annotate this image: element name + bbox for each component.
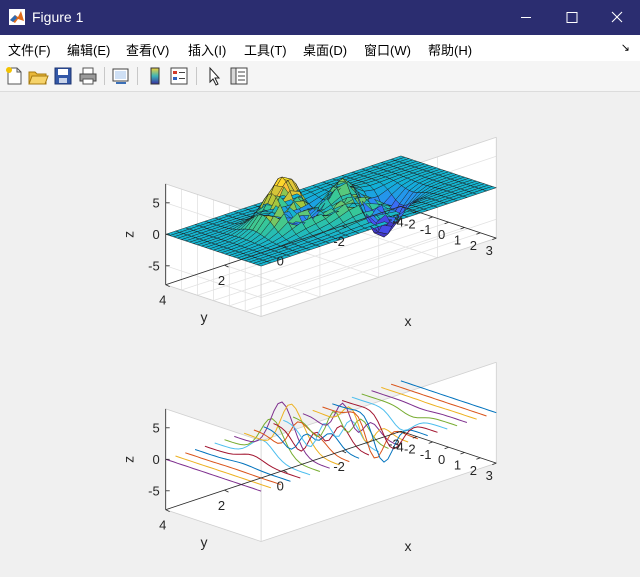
y-tick-label: -2 [333, 234, 345, 249]
x-tick-label: 3 [486, 243, 493, 258]
y-tick-label: 4 [159, 518, 166, 533]
z-tick-label: -5 [148, 258, 160, 273]
menu-insert[interactable]: 插入(I) [188, 40, 226, 59]
z-tick-label: 5 [152, 420, 159, 435]
dock-arrow-icon[interactable]: ↘ [621, 41, 630, 54]
subplot-2: -3 -2 -1 0 1 2 3420-2-450-5xyz [121, 361, 497, 554]
property-inspector-icon[interactable] [228, 65, 250, 87]
toolbar-separator [104, 67, 105, 85]
menu-view[interactable]: 查看(V) [126, 40, 169, 59]
y-tick-label: 0 [277, 254, 284, 269]
figure-canvas: -3 -2 -1 0 1 2 3 4 2 0 -2 -4 5 0 -5 x y z -3 -2 -1 0 1 2 3 4 2 0 -2-… [1, 92, 639, 572]
z-axis-label: z [121, 231, 137, 238]
x-tick-label: -2 [404, 217, 416, 232]
axes-side-wall [261, 362, 497, 542]
menu-bar: 文件(F) 编辑(E) 查看(V) 插入(I) 工具(T) 桌面(D) 窗口(W… [0, 35, 640, 61]
toolbar-separator [196, 67, 197, 85]
print-icon[interactable] [77, 65, 99, 87]
z-tick-label: 0 [152, 452, 159, 467]
y-tick-label: -2 [333, 459, 345, 474]
menu-tools[interactable]: 工具(T) [244, 40, 287, 59]
matlab-logo-icon [9, 9, 25, 25]
x-tick-label: -1 [420, 222, 432, 237]
y-axis-label: y [201, 309, 208, 325]
x-tick-label: 3 [486, 468, 493, 483]
y-tick-label: 0 [277, 479, 284, 494]
x-tick-label: 2 [470, 463, 477, 478]
x-axis-label: x [405, 538, 412, 554]
toolbar [0, 61, 640, 92]
save-icon[interactable] [52, 65, 74, 87]
colorbar-icon[interactable] [144, 65, 166, 87]
menu-desktop[interactable]: 桌面(D) [303, 40, 347, 59]
x-tick-label: 1 [454, 233, 461, 248]
subplot-1: -3 -2 -1 0 1 2 3420-2-450-5xyz [121, 136, 497, 329]
close-button[interactable] [594, 0, 640, 35]
menu-help[interactable]: 帮助(H) [428, 40, 472, 59]
z-axis-label: z [121, 456, 137, 463]
window-title: Figure 1 [32, 9, 84, 25]
x-tick-label: 1 [454, 458, 461, 473]
pointer-icon[interactable] [203, 65, 225, 87]
y-tick-label: 2 [218, 273, 225, 288]
y-axis-label: y [201, 534, 208, 550]
new-figure-icon[interactable] [3, 65, 25, 87]
legend-icon[interactable] [168, 65, 190, 87]
toolbar-separator [137, 67, 138, 85]
menu-window[interactable]: 窗口(W) [364, 40, 411, 59]
link-plot-icon[interactable] [110, 65, 132, 87]
open-icon[interactable] [27, 65, 49, 87]
menu-file[interactable]: 文件(F) [8, 40, 51, 59]
y-tick-label: -4 [392, 439, 404, 454]
x-tick-label: 2 [470, 238, 477, 253]
x-tick-label: -2 [404, 442, 416, 457]
menu-edit[interactable]: 编辑(E) [67, 40, 110, 59]
maximize-button[interactable] [549, 0, 595, 35]
z-tick-label: 5 [152, 195, 159, 210]
x-tick-label: 0 [438, 227, 445, 242]
z-tick-label: 0 [152, 227, 159, 242]
y-tick-label: 4 [159, 293, 166, 308]
x-axis-label: x [405, 313, 412, 329]
minimize-button[interactable] [503, 0, 549, 35]
y-tick-label: -4 [392, 214, 404, 229]
x-tick-label: -1 [420, 447, 432, 462]
x-tick-label: 0 [438, 452, 445, 467]
figure-plots: -3 -2 -1 0 1 2 3420-2-450-5xyz-3 -2 -1 0 1 2 3420-2-… [121, 136, 497, 554]
z-tick-label: -5 [148, 483, 160, 498]
title-bar: Figure 1 [0, 0, 640, 35]
y-tick-label: 2 [218, 498, 225, 513]
